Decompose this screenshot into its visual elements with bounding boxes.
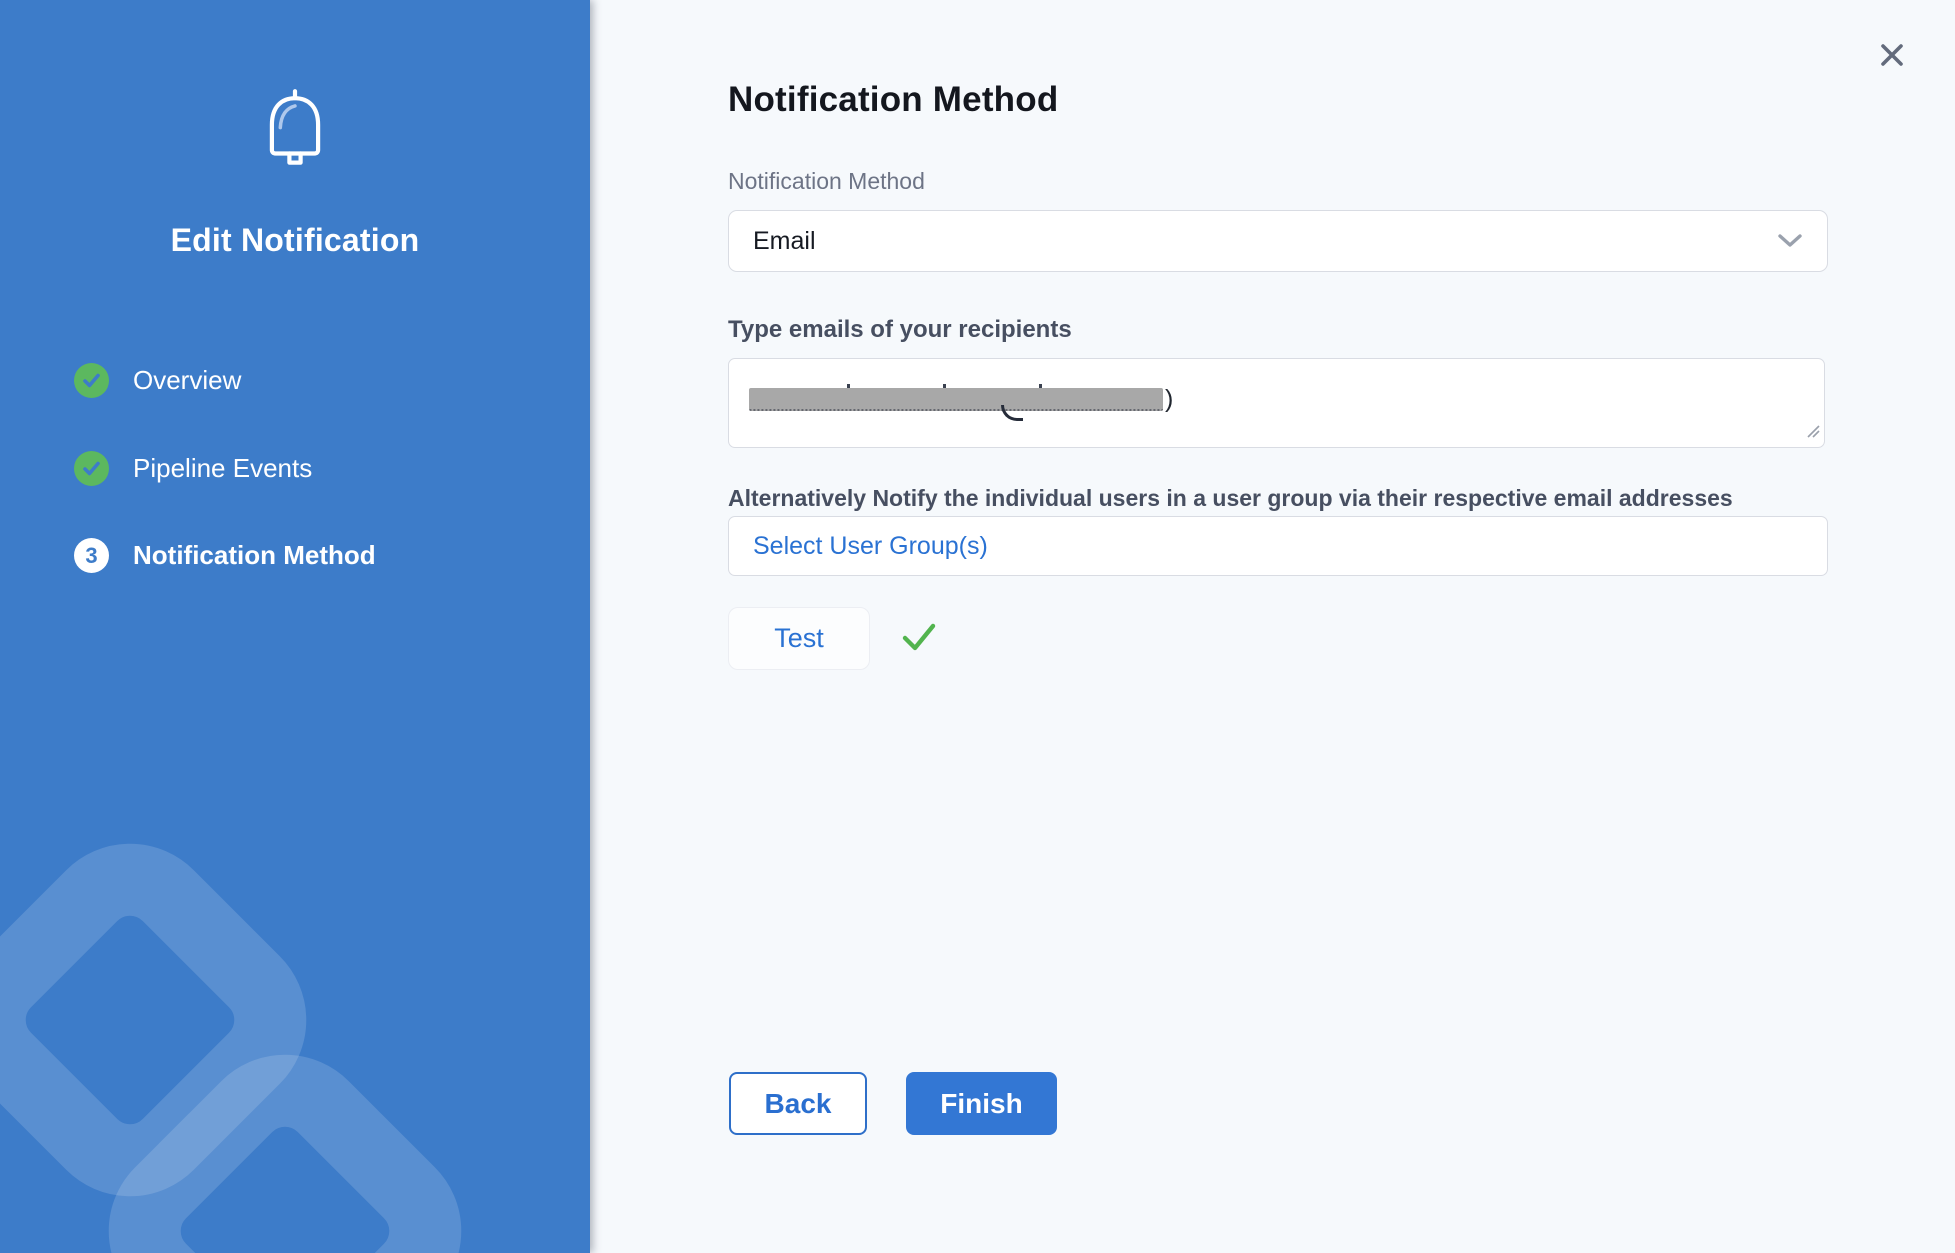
notification-method-panel: Notification Method Notification Method …	[590, 0, 1955, 1253]
step-number-badge: 3	[74, 538, 109, 573]
user-group-note: Alternatively Notify the individual user…	[728, 485, 1733, 512]
test-success-check-icon	[900, 620, 938, 659]
recipients-field-label: Type emails of your recipients	[728, 316, 1072, 344]
step-label: Pipeline Events	[133, 453, 312, 484]
select-user-groups-label: Select User Group(s)	[753, 532, 988, 561]
sidebar-step-overview[interactable]: Overview	[74, 363, 241, 398]
redacted-email-value	[749, 388, 1163, 411]
select-user-groups-button[interactable]: Select User Group(s)	[728, 516, 1828, 576]
close-icon[interactable]	[1875, 38, 1909, 72]
bell-icon	[260, 88, 330, 170]
chevron-down-icon	[1777, 233, 1803, 249]
resize-grip-icon[interactable]	[1805, 423, 1820, 443]
sidebar-step-pipeline-events[interactable]: Pipeline Events	[74, 451, 312, 486]
step-label: Notification Method	[133, 540, 376, 571]
page-title: Notification Method	[728, 80, 1058, 120]
step-complete-check-icon	[74, 363, 109, 398]
step-complete-check-icon	[74, 451, 109, 486]
sidebar-step-notification-method[interactable]: 3 Notification Method	[74, 538, 376, 573]
finish-button[interactable]: Finish	[906, 1072, 1057, 1135]
test-button[interactable]: Test	[728, 607, 870, 670]
wizard-sidebar: Edit Notification Overview Pipeline Even…	[0, 0, 590, 1253]
step-label: Overview	[133, 365, 241, 396]
method-field-label: Notification Method	[728, 168, 925, 195]
email-at-glyph-remnant	[1001, 405, 1023, 421]
redacted-email-suffix: )	[1165, 385, 1173, 414]
wizard-title: Edit Notification	[0, 222, 590, 259]
back-button[interactable]: Back	[729, 1072, 867, 1135]
recipients-textarea[interactable]: )	[728, 358, 1825, 448]
brand-watermark-logo	[0, 803, 590, 1253]
edit-notification-modal: Edit Notification Overview Pipeline Even…	[0, 0, 1955, 1253]
selected-method-value: Email	[753, 227, 816, 256]
notification-method-select[interactable]: Email	[728, 210, 1828, 272]
